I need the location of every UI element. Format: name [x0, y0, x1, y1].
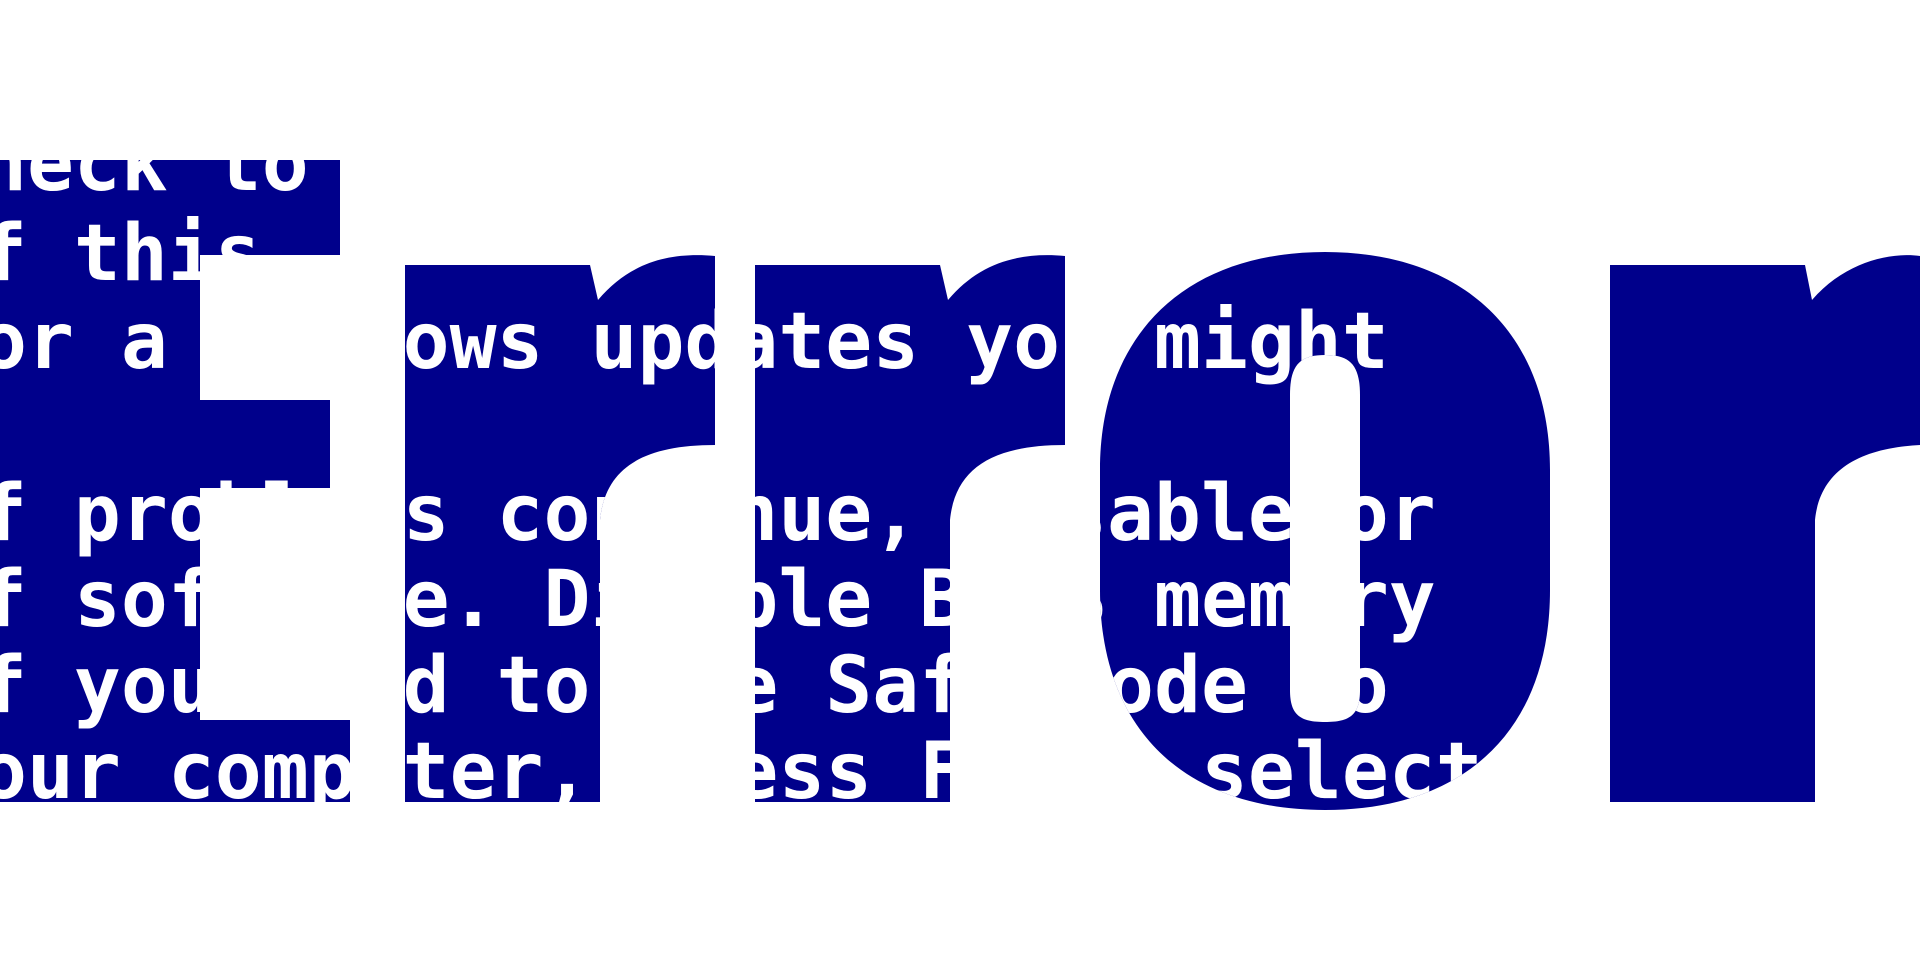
bsod-line-2: f this — [0, 209, 262, 299]
bsod-panel-group: heck to f this or a windows updates you … — [0, 119, 1920, 817]
error-artwork: heck to f this or a windows updates you … — [0, 0, 1920, 960]
bsod-line-5: f problems continue, disable or — [0, 469, 1436, 559]
bsod-line-3: or a windows updates you might — [0, 297, 1389, 387]
bsod-line-8: our computer, press F8 to select — [0, 727, 1483, 817]
error-word-graphic: heck to f this or a windows updates you … — [0, 119, 1920, 817]
bsod-line-1: heck to — [0, 119, 309, 209]
bsod-line-6: f software. Disable BIOS memory — [0, 555, 1436, 645]
bsod-line-7: f you need to use Safe Mode to — [0, 641, 1389, 731]
